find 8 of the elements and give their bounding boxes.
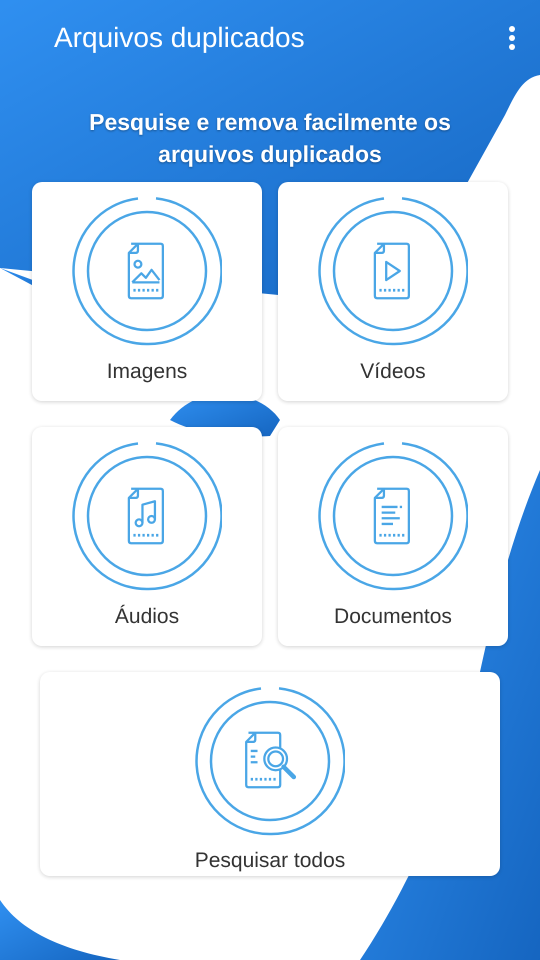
headline: Pesquise e remova facilmente os arquivos duplicados	[88, 108, 452, 169]
more-options-icon[interactable]	[508, 25, 516, 51]
app-title: Arquivos duplicados	[54, 21, 305, 55]
category-card[interactable]: Documentos	[278, 427, 508, 646]
category-card[interactable]: Pesquisar todos	[40, 672, 500, 876]
category-card[interactable]: Áudios	[32, 427, 262, 646]
category-card[interactable]: Vídeos	[278, 182, 508, 401]
category-card[interactable]: Imagens	[32, 182, 262, 401]
